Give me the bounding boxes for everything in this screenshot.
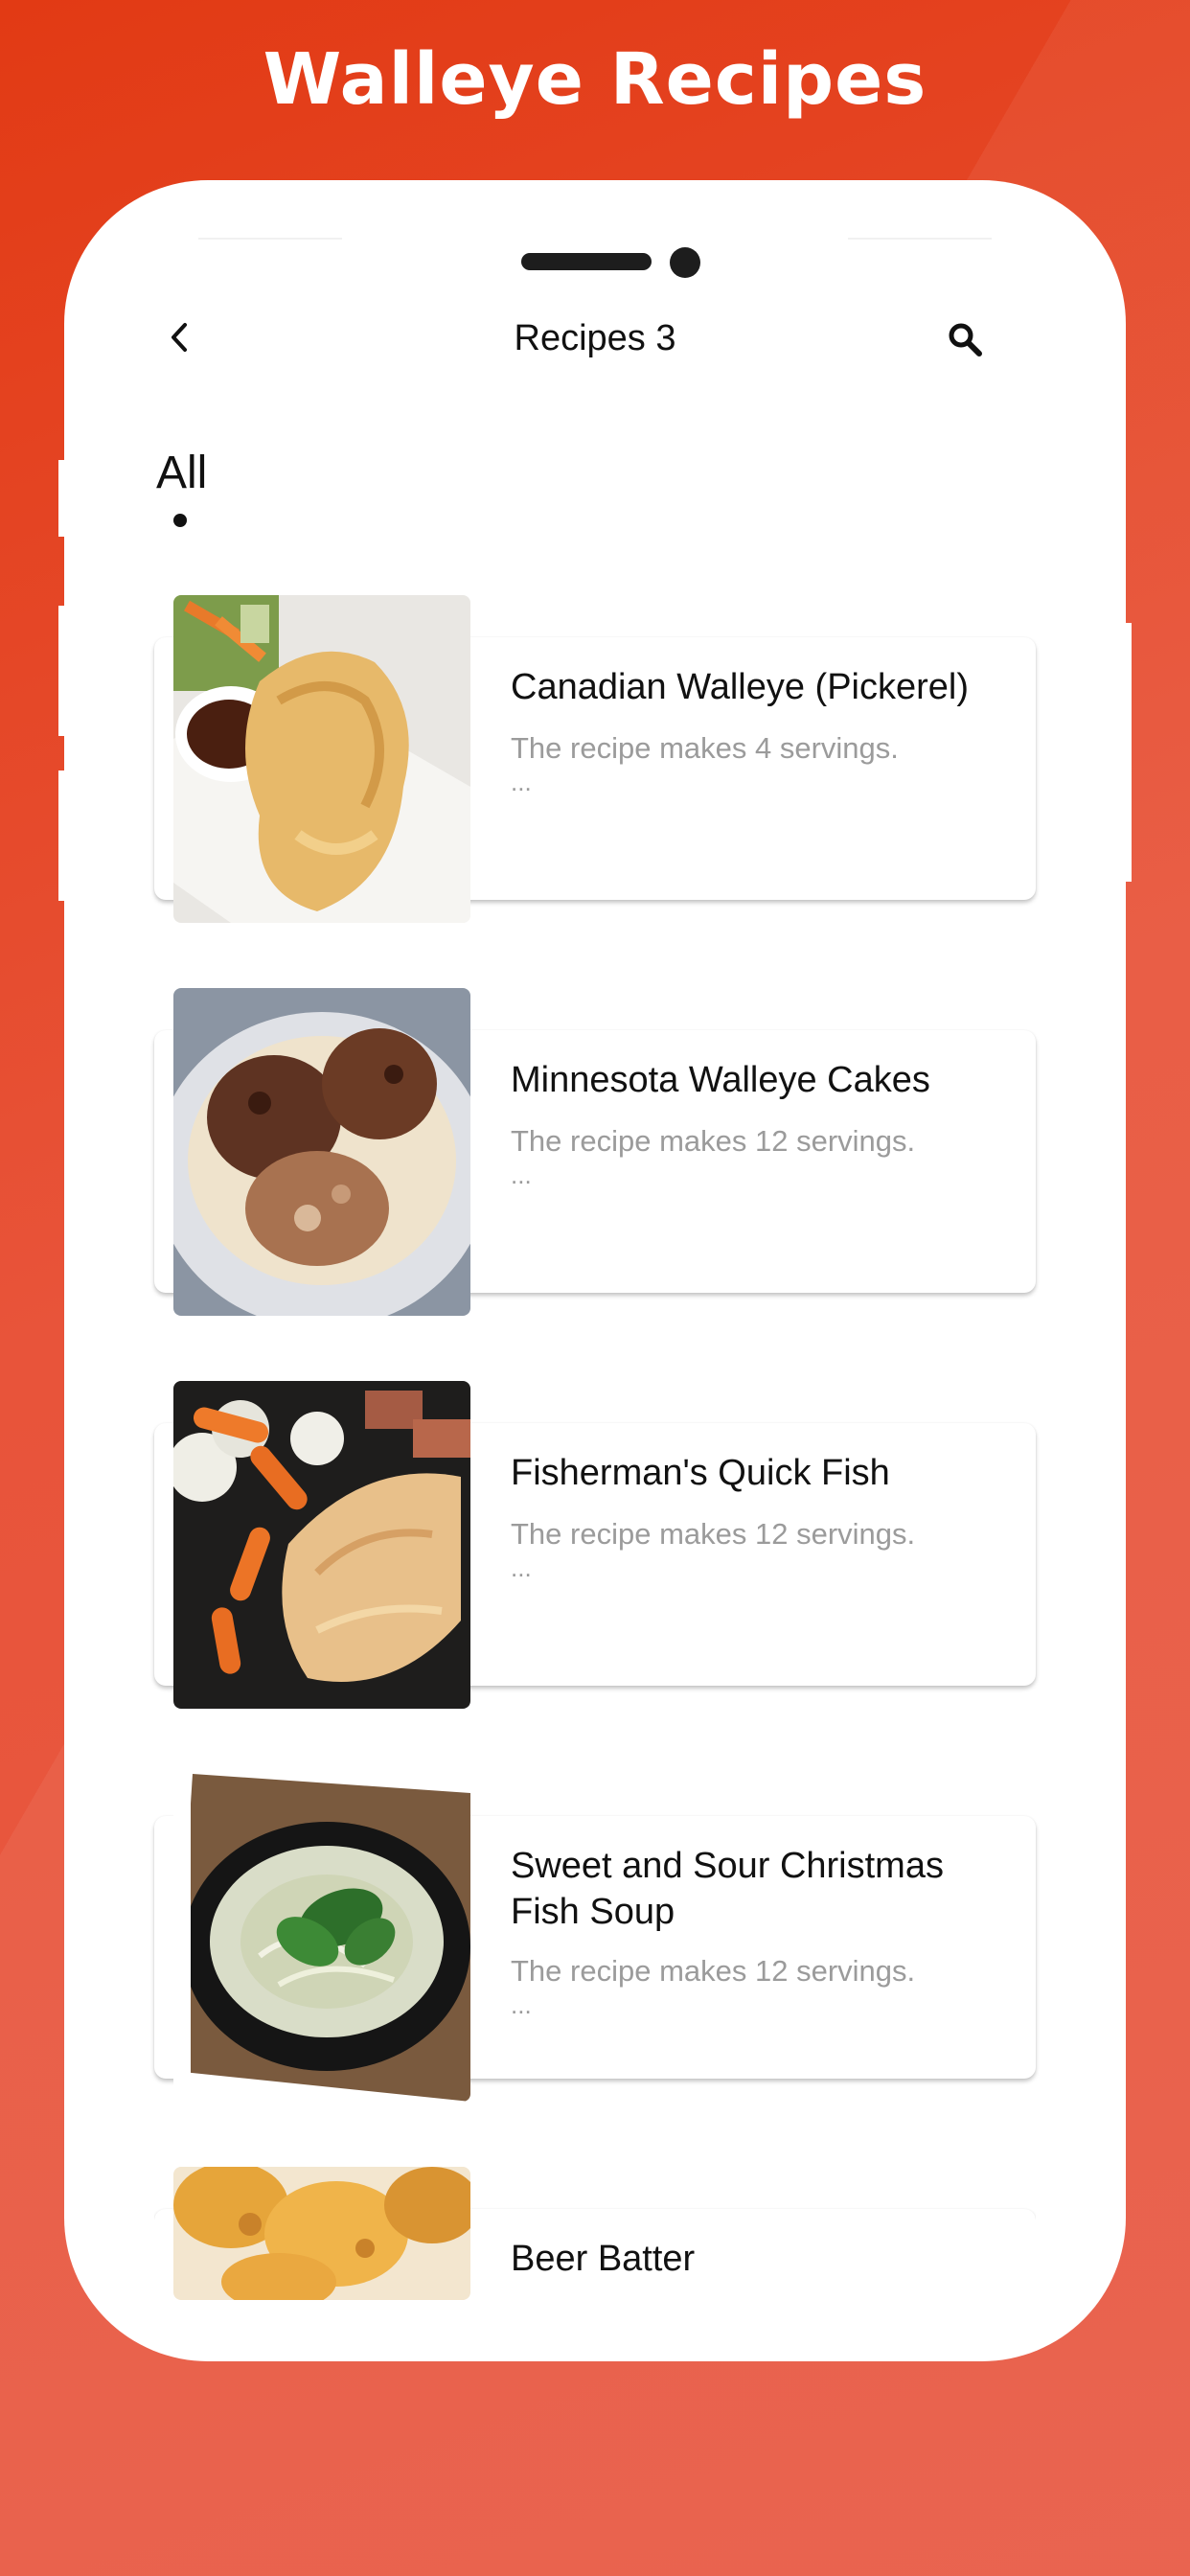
recipe-title: Canadian Walleye (Pickerel) — [511, 667, 970, 707]
phone-frame: Recipes 3 All Canadian Walleye (Pickerel… — [64, 180, 1126, 2361]
recipe-description: The recipe makes 12 servings. — [511, 1124, 916, 1158]
recipe-card[interactable]: Beer Batter — [154, 2167, 1036, 2300]
recipe-card[interactable]: Canadian Walleye (Pickerel) The recipe m… — [154, 595, 1036, 923]
baked-fish-vegetables-photo — [173, 1381, 470, 1709]
recipe-image — [173, 1381, 470, 1709]
recipe-more: ... — [511, 1990, 532, 2019]
recipe-card[interactable]: Minnesota Walleye Cakes The recipe makes… — [154, 988, 1036, 1316]
promo-title: Walleye Recipes — [263, 38, 927, 121]
walleye-cakes-photo — [173, 988, 470, 1316]
beer-batter-fish-photo — [173, 2167, 470, 2300]
recipe-more: ... — [511, 768, 532, 796]
recipe-description: The recipe makes 12 servings. — [511, 1517, 916, 1551]
fish-soup-bowl-photo — [173, 1774, 470, 2102]
recipe-image — [173, 988, 470, 1316]
recipe-title: Minnesota Walleye Cakes — [511, 1060, 930, 1100]
fried-walleye-photo — [173, 595, 470, 923]
recipe-more: ... — [511, 1553, 532, 1582]
recipe-description: The recipe makes 12 servings. — [511, 1954, 916, 1988]
recipe-list: Canadian Walleye (Pickerel) The recipe m… — [64, 180, 1126, 2361]
recipe-card[interactable]: Sweet and Sour Christmas Fish Soup The r… — [154, 1774, 1036, 2102]
recipe-image — [173, 2167, 470, 2300]
recipe-more: ... — [511, 1161, 532, 1189]
recipe-title: Beer Batter — [511, 2239, 696, 2279]
recipe-card[interactable]: Fisherman's Quick Fish The recipe makes … — [154, 1381, 1036, 1709]
recipe-description: The recipe makes 4 servings. — [511, 731, 899, 765]
recipe-title: Fisherman's Quick Fish — [511, 1453, 890, 1493]
recipe-image — [173, 595, 470, 923]
recipe-title: Sweet and Sour Christmas Fish Soup — [511, 1846, 944, 1932]
recipe-image — [173, 1774, 470, 2102]
